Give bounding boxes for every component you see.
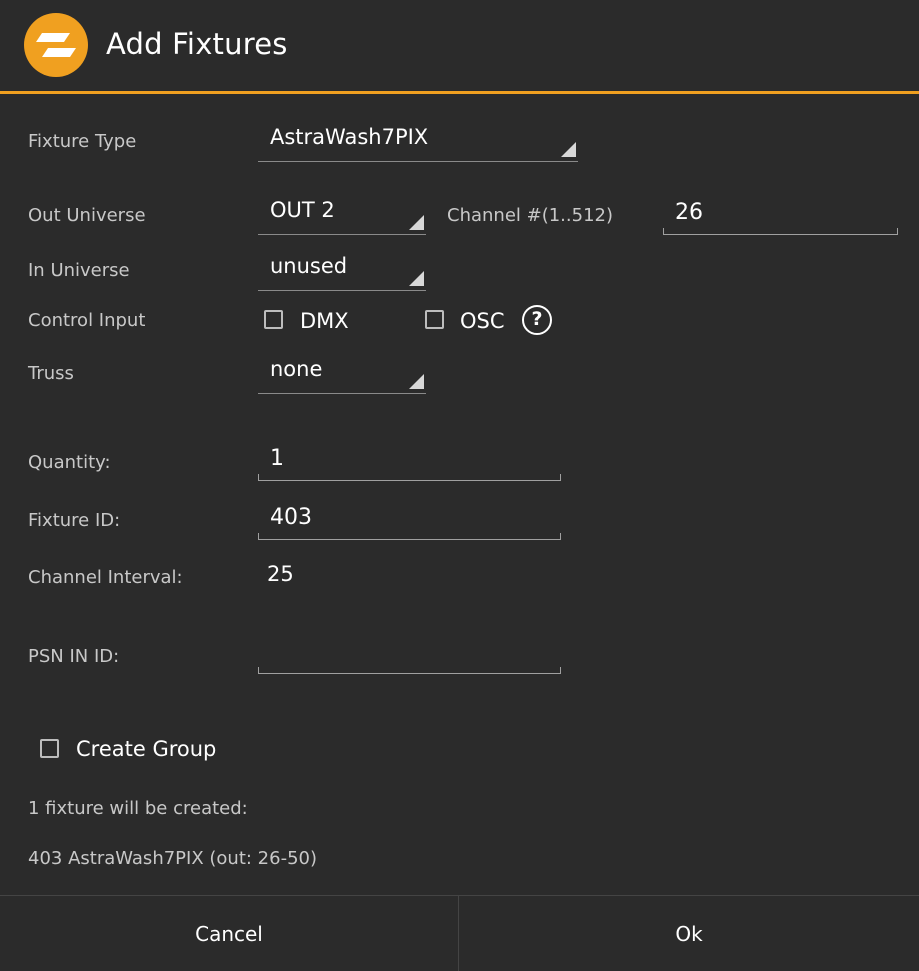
- osc-checkbox[interactable]: [425, 310, 444, 329]
- fixture-id-input[interactable]: 403: [258, 505, 561, 540]
- fixture-id-label: Fixture ID:: [28, 510, 121, 531]
- help-icon[interactable]: ?: [522, 305, 552, 335]
- psn-in-id-input[interactable]: [258, 643, 561, 674]
- dropdown-arrow-icon: [409, 374, 424, 389]
- fixture-type-value: AstraWash7PIX: [270, 125, 429, 149]
- quantity-label: Quantity:: [28, 452, 111, 473]
- dialog-title: Add Fixtures: [106, 27, 288, 61]
- quantity-value: 1: [270, 446, 284, 471]
- dmx-label: DMX: [300, 309, 349, 333]
- channel-interval-label: Channel Interval:: [28, 567, 183, 588]
- lightning-bolt-icon: [24, 13, 88, 77]
- channel-label: Channel #(1..512): [447, 205, 613, 226]
- dropdown-arrow-icon: [409, 215, 424, 230]
- dmx-checkbox[interactable]: [264, 310, 283, 329]
- ok-button[interactable]: Ok: [459, 896, 919, 971]
- in-universe-label: In Universe: [28, 260, 130, 281]
- out-universe-label: Out Universe: [28, 205, 146, 226]
- truss-value: none: [270, 357, 323, 381]
- out-universe-dropdown[interactable]: OUT 2: [258, 194, 426, 235]
- channel-value: 26: [675, 200, 703, 225]
- dropdown-arrow-icon: [409, 271, 424, 286]
- dropdown-arrow-icon: [561, 142, 576, 157]
- in-universe-value: unused: [270, 254, 348, 278]
- psn-in-id-label: PSN IN ID:: [28, 646, 120, 667]
- in-universe-dropdown[interactable]: unused: [258, 250, 426, 291]
- quantity-input[interactable]: 1: [258, 446, 561, 481]
- fixture-type-label: Fixture Type: [28, 131, 137, 152]
- create-group-checkbox[interactable]: [40, 739, 59, 758]
- channel-interval-value: 25: [267, 562, 294, 586]
- osc-label: OSC: [460, 309, 505, 333]
- fixture-detail-text: 403 AstraWash7PIX (out: 26-50): [28, 848, 318, 869]
- fixture-type-dropdown[interactable]: AstraWash7PIX: [258, 121, 578, 162]
- out-universe-value: OUT 2: [270, 198, 335, 222]
- fixture-count-text: 1 fixture will be created:: [28, 798, 248, 819]
- control-input-label: Control Input: [28, 310, 146, 331]
- cancel-button[interactable]: Cancel: [0, 896, 459, 971]
- truss-label: Truss: [28, 363, 74, 384]
- fixture-id-value: 403: [270, 505, 312, 530]
- create-group-label: Create Group: [76, 737, 217, 761]
- channel-input[interactable]: 26: [663, 200, 898, 235]
- truss-dropdown[interactable]: none: [258, 353, 426, 394]
- dialog-header: Add Fixtures: [0, 0, 919, 94]
- dialog-footer: Cancel Ok: [0, 895, 919, 971]
